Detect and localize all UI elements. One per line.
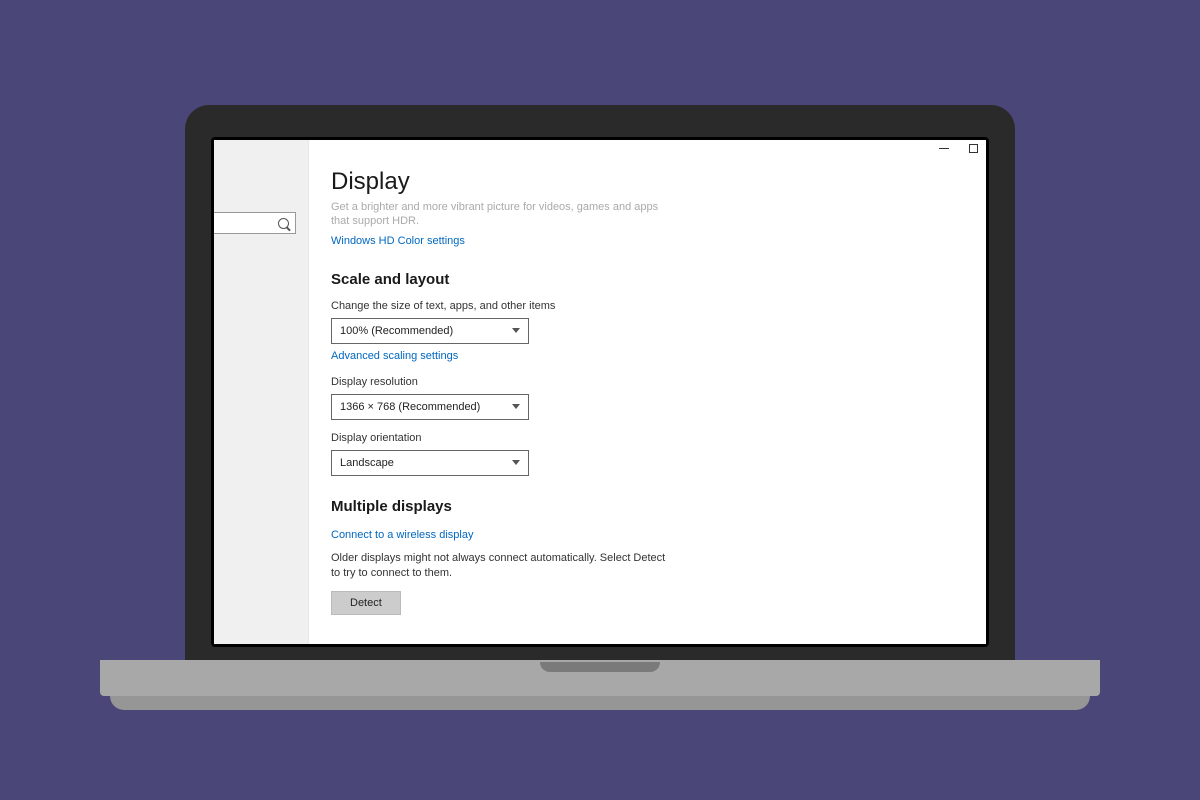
laptop-trackpad-notch [540, 662, 660, 672]
hd-color-link[interactable]: Windows HD Color settings [331, 235, 465, 247]
chevron-down-icon [512, 460, 520, 465]
laptop-foot [110, 696, 1090, 710]
search-input[interactable] [214, 212, 296, 234]
chevron-down-icon [512, 404, 520, 409]
detect-info: Older displays might not always connect … [331, 551, 671, 582]
orientation-dropdown[interactable]: Landscape [331, 450, 529, 476]
page-title: Display [331, 168, 964, 196]
detect-button[interactable]: Detect [331, 591, 401, 615]
resolution-value: 1366 × 768 (Recommended) [340, 401, 480, 413]
settings-sidebar [214, 140, 309, 644]
scale-size-value: 100% (Recommended) [340, 325, 453, 337]
scale-heading: Scale and layout [331, 271, 964, 288]
advanced-scaling-link[interactable]: Advanced scaling settings [331, 350, 458, 362]
scale-size-dropdown[interactable]: 100% (Recommended) [331, 318, 529, 344]
settings-content: Display Get a brighter and more vibrant … [309, 140, 986, 644]
search-icon [278, 218, 289, 229]
chevron-down-icon [512, 328, 520, 333]
wireless-display-link[interactable]: Connect to a wireless display [331, 529, 473, 541]
resolution-dropdown[interactable]: 1366 × 768 (Recommended) [331, 394, 529, 420]
laptop-bezel: Display Get a brighter and more vibrant … [185, 105, 1015, 665]
scale-size-label: Change the size of text, apps, and other… [331, 300, 964, 312]
display-settings-window: Display Get a brighter and more vibrant … [214, 140, 986, 644]
window-controls [939, 144, 978, 153]
multiple-displays-heading: Multiple displays [331, 498, 964, 515]
orientation-label: Display orientation [331, 432, 964, 444]
orientation-value: Landscape [340, 457, 394, 469]
minimize-button[interactable] [939, 148, 949, 150]
hdr-description: Get a brighter and more vibrant picture … [331, 200, 661, 229]
resolution-label: Display resolution [331, 376, 964, 388]
laptop-inner-frame: Display Get a brighter and more vibrant … [211, 137, 989, 647]
maximize-button[interactable] [969, 144, 978, 153]
